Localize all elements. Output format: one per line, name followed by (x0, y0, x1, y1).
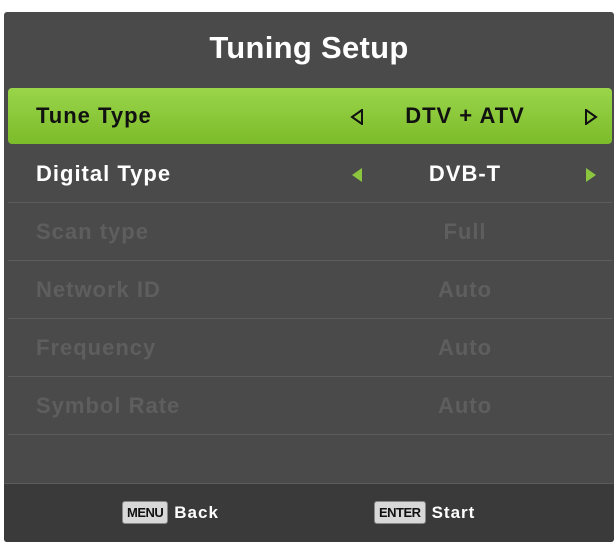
menu-back-hint[interactable]: MENU Back (122, 501, 219, 524)
frequency-value: Auto (437, 335, 493, 360)
frequency-label: Frequency (36, 335, 157, 360)
left-arrow-icon[interactable] (350, 167, 364, 183)
right-arrow-icon[interactable] (584, 109, 598, 125)
tune-type-row[interactable]: Tune Type DTV + ATV (8, 88, 612, 144)
right-arrow-icon[interactable] (584, 167, 598, 183)
scan-type-value: Full (443, 219, 487, 244)
symbol-rate-label: Symbol Rate (36, 393, 181, 418)
menu-key-icon: MENU (122, 501, 169, 524)
network-id-row: Network ID Auto (8, 262, 612, 319)
symbol-rate-value: Auto (437, 393, 493, 418)
frequency-row: Frequency Auto (8, 320, 612, 377)
start-label: Start (431, 502, 476, 522)
scan-type-label: Scan type (36, 219, 149, 244)
left-arrow-icon[interactable] (350, 109, 364, 125)
enter-key-icon: ENTER (374, 501, 426, 524)
digital-type-row[interactable]: Digital Type DVB-T (8, 146, 612, 203)
enter-start-hint[interactable]: ENTER Start (374, 501, 475, 524)
page-title: Tuning Setup (209, 30, 409, 65)
tuning-setup-panel: Tuning Setup Tune Type DTV + ATV Digital… (4, 12, 614, 542)
footer-hints: MENU Back ENTER Start (4, 483, 614, 542)
tune-type-value: DTV + ATV (405, 103, 525, 128)
scan-type-row: Scan type Full (8, 204, 612, 261)
network-id-value: Auto (437, 277, 493, 302)
tune-type-label: Tune Type (36, 103, 152, 128)
symbol-rate-row: Symbol Rate Auto (8, 378, 612, 435)
digital-type-label: Digital Type (36, 161, 172, 186)
network-id-label: Network ID (36, 277, 161, 302)
digital-type-value: DVB-T (428, 161, 502, 186)
back-label: Back (174, 502, 219, 522)
